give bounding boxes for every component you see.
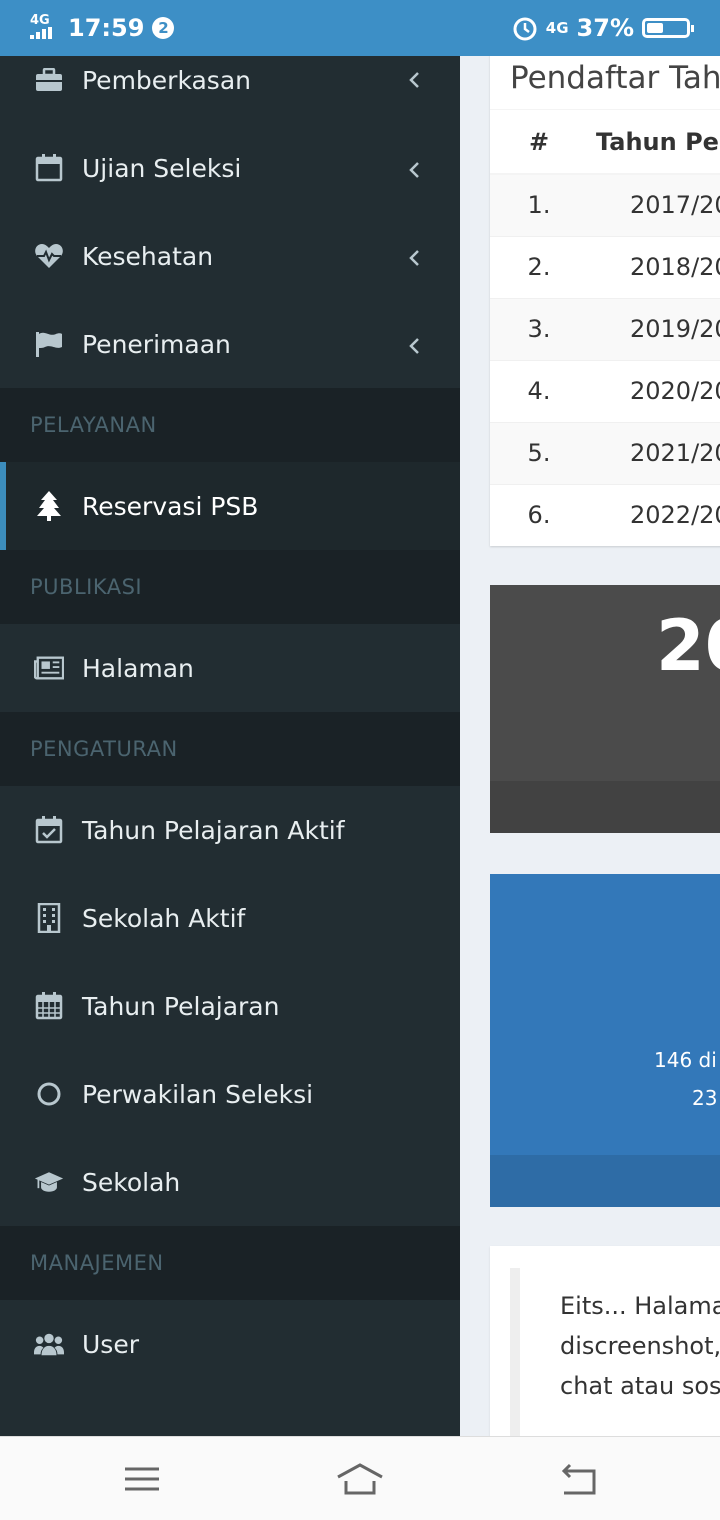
briefcase-icon: [34, 65, 64, 95]
callout-line: Eits... Halama: [560, 1292, 720, 1320]
chevron-left-icon: [408, 244, 420, 273]
table-row: 5. 2021/20: [490, 421, 720, 484]
table-row: 2. 2018/20: [490, 235, 720, 298]
table-row: 1. 2017/20: [490, 173, 720, 236]
calendar-icon: [34, 153, 64, 183]
sidebar: Pemberkasan Ujian Seleksi Kesehatan Pene…: [0, 56, 460, 1436]
sidebar-item-label: Penerimaan: [82, 329, 231, 359]
nav-header-manajemen: MANAJEMEN: [0, 1226, 460, 1300]
clock: 17:59: [68, 14, 145, 42]
back-icon[interactable]: [558, 1459, 598, 1499]
tree-icon: [34, 491, 64, 521]
cell-year: 2017/20: [588, 173, 720, 236]
sidebar-item-label: Tahun Pelajaran: [82, 991, 280, 1021]
cell-number: 1.: [490, 173, 588, 236]
nav-header-pengaturan: PENGATURAN: [0, 712, 460, 786]
cell-number: 5.: [490, 421, 588, 484]
flag-icon: [34, 329, 64, 359]
calendar-grid-icon: [34, 991, 64, 1021]
sidebar-item-label: Sekolah: [82, 1167, 181, 1197]
cell-number: 4.: [490, 359, 588, 422]
status-bar: 4G 17:59 2 4G 37%: [0, 0, 720, 56]
calendar-check-icon: [34, 815, 64, 845]
home-icon[interactable]: [336, 1459, 384, 1499]
callout-text: Eits... Halama discreenshot, chat atau s…: [560, 1286, 720, 1406]
sidebar-item-label: Pemberkasan: [82, 65, 251, 95]
callout-line: discreenshot,: [560, 1332, 720, 1360]
nav-header-pelayanan: PELAYANAN: [0, 388, 460, 462]
cell-year: 2019/20: [588, 297, 720, 360]
network-type-right: 4G: [545, 19, 569, 37]
cell-year: 2018/20: [588, 235, 720, 298]
registrant-table-box: Pendaftar Tah # Tahun Pela 1.2017/20 2.2…: [490, 56, 720, 546]
notification-count-badge: 2: [152, 17, 175, 39]
sidebar-item-label: Perwakilan Seleksi: [82, 1079, 314, 1109]
system-navigation-bar: [0, 1436, 720, 1520]
callout-line: chat atau sosi: [560, 1372, 720, 1400]
main-content: Pendaftar Tah # Tahun Pela 1.2017/20 2.2…: [460, 56, 720, 1436]
battery-fill: [647, 23, 663, 33]
sidebar-item-label: Reservasi PSB: [82, 491, 259, 521]
sidebar-item-kesehatan[interactable]: Kesehatan: [0, 212, 460, 300]
stat-box-footer-link[interactable]: [490, 781, 720, 833]
cell-year: 2021/20: [588, 421, 720, 484]
sidebar-item-sekolah-aktif[interactable]: Sekolah Aktif: [0, 874, 460, 962]
sidebar-item-label: Kesehatan: [82, 241, 214, 271]
stat-box-blue: 146 di a 23: [490, 874, 720, 1207]
sidebar-item-sekolah[interactable]: Sekolah: [0, 1138, 460, 1226]
network-type-left: 4G: [30, 12, 50, 28]
stat-value: 20: [656, 605, 720, 687]
stat-box-footer-link[interactable]: [490, 1155, 720, 1207]
sidebar-item-user[interactable]: User: [0, 1300, 460, 1388]
circle-icon: [34, 1079, 64, 1109]
cell-number: 2.: [490, 235, 588, 298]
stat-text-line2: 23: [692, 1086, 718, 1110]
signal-icon: 4G: [30, 12, 60, 42]
battery-icon: [642, 18, 694, 38]
sidebar-item-halaman[interactable]: Halaman: [0, 624, 460, 712]
cell-number: 3.: [490, 297, 588, 360]
cell-year: 2020/20: [588, 359, 720, 422]
stat-box-dark: 20: [490, 585, 720, 833]
sidebar-item-label: Sekolah Aktif: [82, 903, 246, 933]
graduation-cap-icon: [34, 1167, 64, 1197]
alarm-icon: [513, 17, 537, 41]
sidebar-item-label: Tahun Pelajaran Aktif: [82, 815, 345, 845]
table-row: 6. 2022/20: [490, 483, 720, 546]
sidebar-item-penerimaan[interactable]: Penerimaan: [0, 300, 460, 388]
sidebar-item-reservasi-psb[interactable]: Reservasi PSB: [0, 462, 460, 550]
building-icon: [34, 903, 64, 933]
chevron-left-icon: [408, 332, 420, 361]
sidebar-item-tahun-pelajaran[interactable]: Tahun Pelajaran: [0, 962, 460, 1050]
stat-text-line1: 146 di a: [654, 1048, 720, 1072]
sidebar-item-label: User: [82, 1329, 139, 1359]
notice-callout: Eits... Halama discreenshot, chat atau s…: [490, 1246, 720, 1436]
cell-number: 6.: [490, 483, 588, 546]
sidebar-item-pemberkasan[interactable]: Pemberkasan: [0, 56, 460, 104]
sidebar-item-label: Halaman: [82, 653, 194, 683]
table-title: Pendaftar Tah: [490, 56, 720, 110]
heartbeat-icon: [34, 241, 64, 271]
sidebar-item-ujian-seleksi[interactable]: Ujian Seleksi: [0, 124, 460, 212]
nav-header-publikasi: PUBLIKASI: [0, 550, 460, 624]
menu-icon[interactable]: [122, 1459, 162, 1499]
cell-year: 2022/20: [588, 483, 720, 546]
table-row: 3. 2019/20: [490, 297, 720, 360]
sidebar-item-label: Ujian Seleksi: [82, 153, 242, 183]
callout-border: [510, 1268, 520, 1436]
users-icon: [34, 1329, 64, 1359]
table-header-row: # Tahun Pela: [490, 110, 720, 175]
column-header-number: #: [490, 110, 588, 175]
registrant-table: # Tahun Pela 1.2017/20 2.2018/20 3.2019/…: [490, 110, 720, 546]
battery-percent: 37%: [576, 14, 634, 42]
column-header-year: Tahun Pela: [588, 110, 720, 175]
chevron-left-icon: [408, 66, 420, 95]
sidebar-item-tahun-pelajaran-aktif[interactable]: Tahun Pelajaran Aktif: [0, 786, 460, 874]
chevron-left-icon: [408, 156, 420, 185]
newspaper-icon: [34, 653, 64, 683]
table-row: 4. 2020/20: [490, 359, 720, 422]
sidebar-item-perwakilan-seleksi[interactable]: Perwakilan Seleksi: [0, 1050, 460, 1138]
